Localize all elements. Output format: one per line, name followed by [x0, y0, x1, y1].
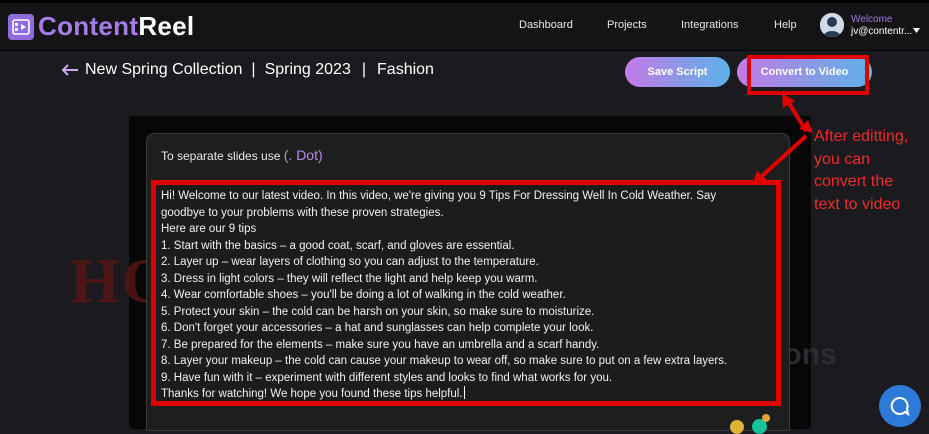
- arrow-to-editor: [760, 134, 808, 178]
- grammarly-badge: [762, 414, 770, 422]
- emoji-icon[interactable]: [730, 420, 744, 434]
- annotation-arrows: [752, 93, 813, 185]
- chat-support-button[interactable]: [879, 385, 921, 427]
- chat-bubble-icon: [890, 396, 910, 416]
